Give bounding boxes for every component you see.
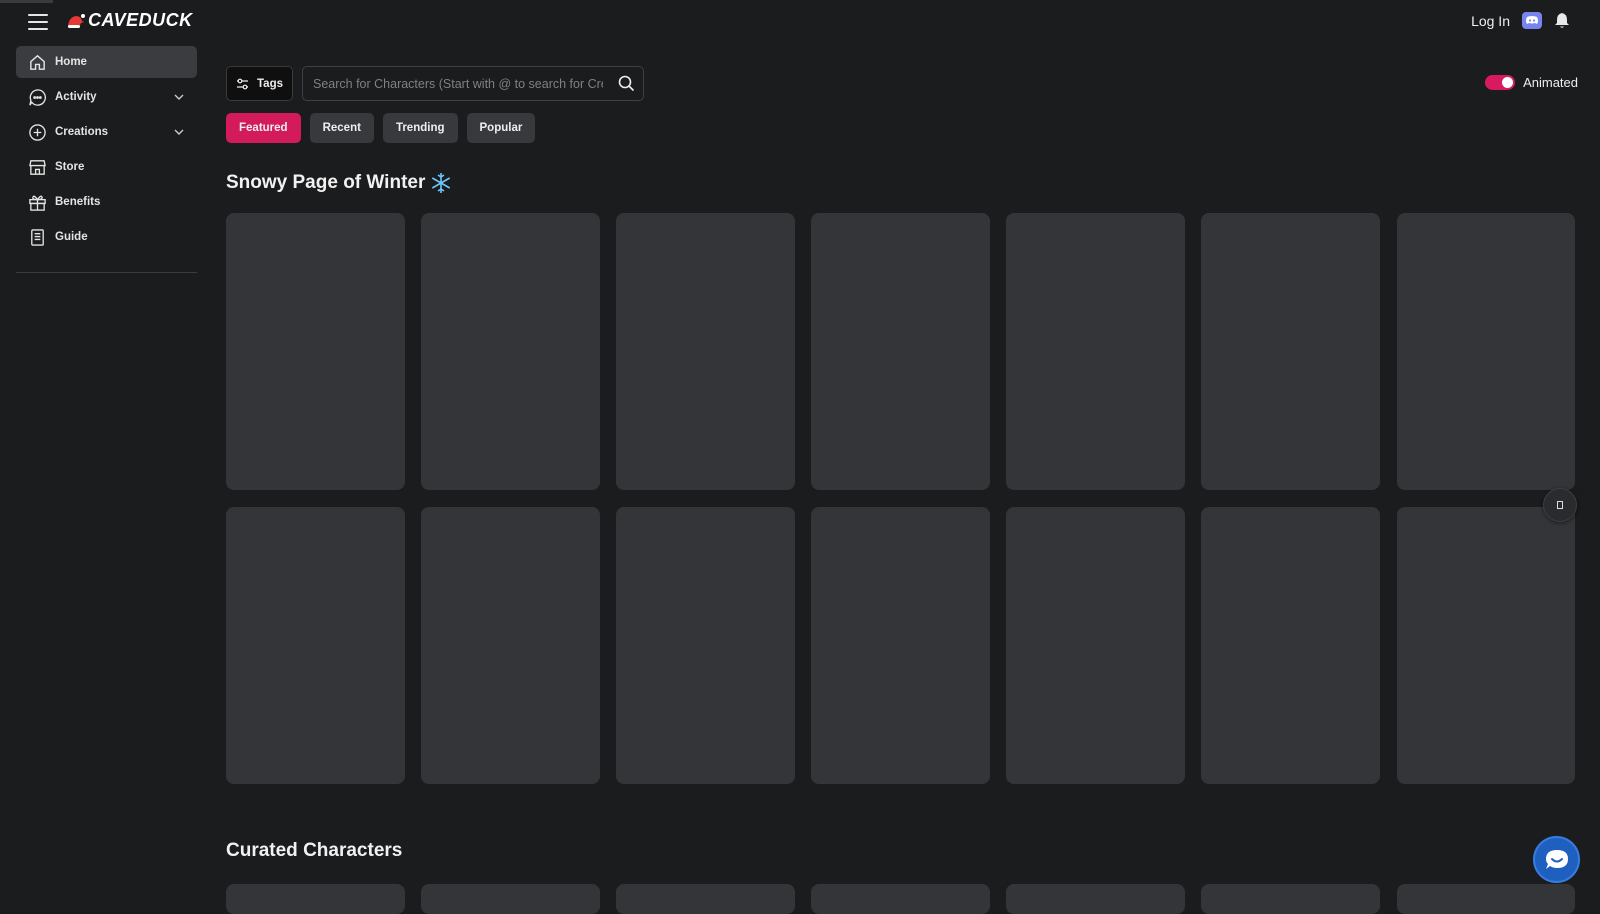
tab-featured[interactable]: Featured [226, 113, 301, 143]
character-grid-winter [226, 213, 1578, 784]
character-card[interactable] [421, 213, 600, 490]
sidebar-item-activity[interactable]: Activity [16, 81, 197, 113]
character-card[interactable] [1006, 884, 1185, 914]
next-arrow-icon [1557, 501, 1563, 509]
tags-button[interactable]: Tags [226, 66, 293, 101]
santa-duck-icon [68, 13, 85, 28]
character-grid-curated [226, 884, 1576, 914]
chevron-down-icon[interactable] [173, 91, 185, 103]
chat-support-button[interactable] [1533, 836, 1580, 883]
character-card[interactable] [1201, 884, 1380, 914]
sidebar-item-label: Home [55, 56, 87, 68]
animated-toggle-group: Animated [1485, 75, 1578, 90]
character-card[interactable] [1396, 884, 1576, 914]
character-card[interactable] [1396, 213, 1576, 490]
sidebar-item-benefits[interactable]: Benefits [16, 186, 197, 218]
section-title-text: Snowy Page of Winter [226, 172, 426, 193]
sidebar-divider [16, 272, 197, 273]
toolbar: Tags Animated [226, 66, 1578, 102]
animated-label: Animated [1523, 75, 1578, 90]
discord-icon[interactable] [1522, 12, 1542, 29]
gift-icon [27, 192, 47, 212]
search-box [302, 66, 644, 101]
section-title-text: Curated Characters [226, 840, 403, 861]
tab-popular[interactable]: Popular [466, 113, 536, 143]
character-card[interactable] [226, 884, 405, 914]
login-link[interactable]: Log In [1471, 13, 1510, 29]
tags-label: Tags [257, 77, 283, 90]
character-card[interactable] [226, 213, 405, 490]
home-icon [27, 52, 47, 72]
search-input[interactable] [303, 67, 603, 100]
sidebar-item-label: Creations [55, 126, 109, 138]
character-card[interactable] [616, 884, 795, 914]
filter-tabs: Featured Recent Trending Popular [226, 113, 1578, 143]
sidebar-item-label: Store [55, 161, 85, 173]
search-icon[interactable] [618, 75, 635, 92]
sidebar-item-label: Benefits [55, 196, 101, 208]
carousel-next-button[interactable] [1543, 488, 1577, 522]
header: CAVEDUCK Log In [0, 0, 1600, 46]
character-card[interactable] [1201, 507, 1380, 784]
guide-icon [27, 227, 47, 247]
character-card[interactable] [616, 213, 795, 490]
filter-sliders-icon [237, 78, 248, 89]
tab-trending[interactable]: Trending [382, 113, 458, 143]
header-actions: Log In [1471, 12, 1570, 29]
sidebar-item-creations[interactable]: Creations [16, 116, 197, 148]
character-card[interactable] [421, 884, 600, 914]
sidebar-item-label: Activity [55, 91, 97, 103]
sidebar-item-guide[interactable]: Guide [16, 221, 197, 253]
sidebar-item-label: Guide [55, 231, 88, 243]
sidebar-item-store[interactable]: Store [16, 151, 197, 183]
character-card[interactable] [421, 507, 600, 784]
main-content: Tags Animated Featured Recent Trending P… [226, 66, 1578, 784]
sidebar-item-home[interactable]: Home [16, 46, 197, 78]
menu-icon[interactable] [28, 14, 48, 31]
section-title-curated: Curated Characters [226, 840, 402, 862]
bell-icon[interactable] [1554, 12, 1570, 29]
character-card[interactable] [811, 884, 990, 914]
character-card[interactable] [811, 213, 990, 490]
character-card[interactable] [1006, 507, 1185, 784]
character-card[interactable] [1201, 213, 1380, 490]
character-card[interactable] [1006, 213, 1185, 490]
chat-icon [1545, 849, 1568, 869]
character-card[interactable] [226, 507, 405, 784]
brand-logo[interactable]: CAVEDUCK [66, 10, 193, 31]
sidebar: Home Activity Creations Store Benefits G… [16, 46, 197, 273]
animated-toggle[interactable] [1485, 75, 1516, 90]
chevron-down-icon[interactable] [173, 126, 185, 138]
section-title-winter: Snowy Page of Winter [226, 172, 1578, 194]
character-card[interactable] [811, 507, 990, 784]
character-card[interactable] [1396, 507, 1576, 784]
tab-recent[interactable]: Recent [309, 113, 374, 143]
snowflake-icon [432, 173, 451, 193]
chat-bubble-icon [27, 87, 47, 107]
character-card[interactable] [616, 507, 795, 784]
store-icon [27, 157, 47, 177]
brand-name: CAVEDUCK [88, 10, 193, 30]
plus-circle-icon [27, 122, 47, 142]
